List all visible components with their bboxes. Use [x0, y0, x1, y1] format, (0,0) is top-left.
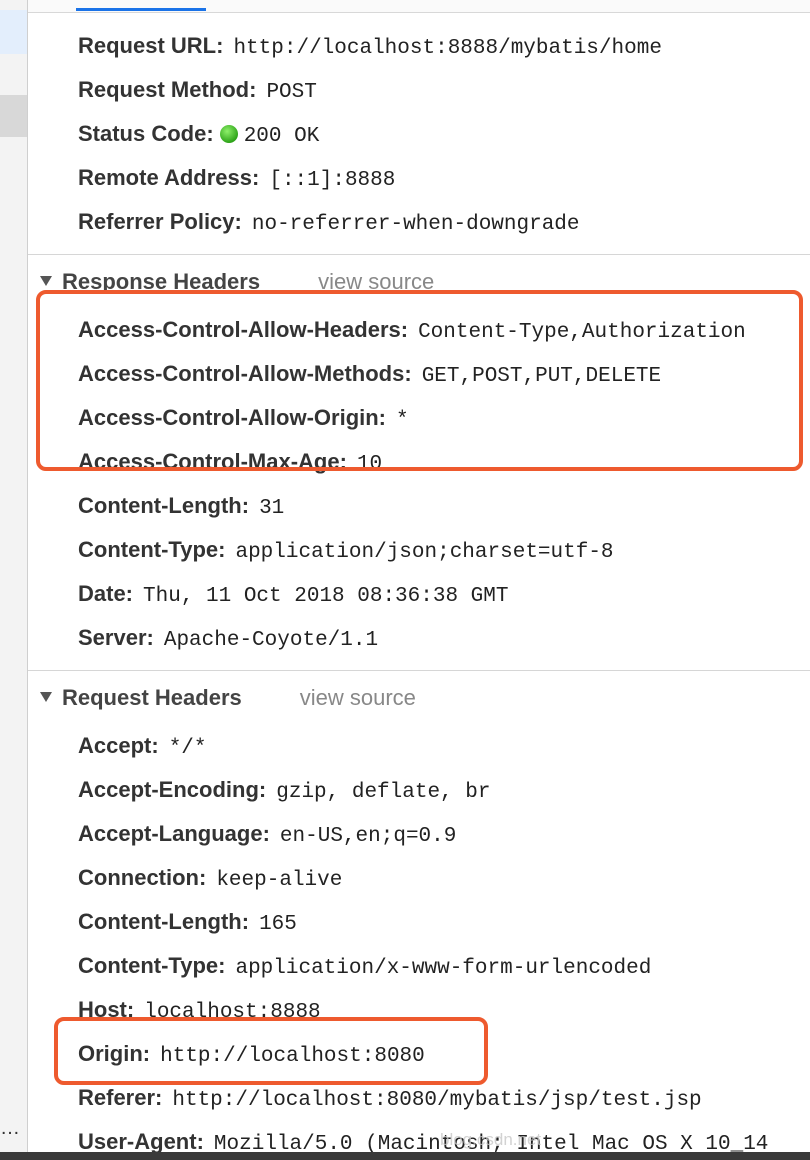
section-divider: [28, 670, 810, 671]
general-row-request-url: Request URL: http://localhost:8888/mybati…: [78, 32, 662, 63]
section-divider: [28, 254, 810, 255]
header-value: application/json;charset=utf-8: [235, 541, 614, 564]
request-headers-section-toggle[interactable]: Request Headers view source: [40, 684, 416, 712]
request-header-row: Accept: */*: [78, 732, 207, 763]
request-list-item-selected[interactable]: [0, 10, 27, 54]
tab-bar: [28, 0, 810, 13]
general-row-status-code: Status Code: 200 OK: [78, 120, 319, 151]
request-list-sidebar[interactable]: …: [0, 0, 28, 1160]
view-source-link[interactable]: view source: [300, 685, 416, 710]
collapse-triangle-icon[interactable]: [40, 276, 52, 286]
watermark: blog.csdn.net: [440, 1130, 542, 1149]
header-value: gzip, deflate, br: [276, 781, 491, 804]
header-value: Apache-Coyote/1.1: [163, 629, 379, 652]
header-value: Thu, 11 Oct 2018 08:36:38 GMT: [143, 585, 509, 608]
request-header-row: Connection: keep-alive: [78, 864, 342, 895]
header-key: Content-Type:: [78, 953, 226, 978]
request-header-row: Content-Length: 165: [78, 908, 297, 939]
header-key: Server:: [78, 625, 154, 650]
header-key: Referer:: [78, 1085, 163, 1110]
header-key: Accept-Encoding:: [78, 777, 267, 802]
response-header-row: Server: Apache-Coyote/1.1: [78, 624, 378, 655]
header-key: Referrer Policy:: [78, 209, 242, 234]
request-header-row: Referer: http://localhost:8080/mybatis/js…: [78, 1084, 702, 1115]
header-key: Accept-Language:: [78, 821, 270, 846]
status-ok-icon: [219, 125, 238, 143]
header-key: Content-Length:: [78, 909, 250, 934]
header-key: Request Method:: [78, 77, 257, 102]
response-header-row: Content-Length: 31: [78, 492, 284, 523]
header-value: [::1]:8888: [269, 169, 396, 192]
header-value: */*: [168, 737, 207, 760]
header-key: Content-Length:: [78, 493, 250, 518]
header-value: http://localhost:8888/mybatis/home: [233, 37, 662, 60]
general-row-remote-address: Remote Address: [::1]:8888: [78, 164, 395, 195]
collapse-triangle-icon[interactable]: [40, 692, 52, 702]
header-key: Status Code:: [78, 121, 214, 146]
cors-headers-highlight: [36, 290, 803, 471]
header-key: Content-Type:: [78, 537, 226, 562]
section-title[interactable]: Request Headers: [62, 685, 242, 710]
header-value: http://localhost:8080/mybatis/jsp/test.j…: [172, 1089, 702, 1112]
header-value: 31: [259, 497, 285, 520]
more-ellipsis[interactable]: …: [0, 1117, 20, 1140]
header-value: application/x-www-form-urlencoded: [235, 957, 652, 980]
response-header-row: Date: Thu, 11 Oct 2018 08:36:38 GMT: [78, 580, 508, 611]
header-value: 200 OK: [243, 125, 320, 148]
origin-header-highlight: [54, 1017, 488, 1085]
header-value: 165: [259, 913, 297, 936]
request-list-item[interactable]: [0, 95, 27, 137]
bottom-edge: [0, 1152, 810, 1160]
header-value: keep-alive: [216, 869, 343, 892]
tab-headers-active-indicator: [76, 8, 206, 11]
header-key: User-Agent:: [78, 1129, 204, 1154]
header-value: no-referrer-when-downgrade: [251, 213, 580, 236]
header-key: Request URL:: [78, 33, 224, 58]
general-row-request-method: Request Method: POST: [78, 76, 317, 107]
response-header-row: Content-Type: application/json;charset=ut…: [78, 536, 614, 567]
header-value: POST: [266, 81, 317, 104]
header-value: en-US,en;q=0.9: [279, 825, 457, 848]
header-key: Connection:: [78, 865, 207, 890]
request-header-row: Accept-Language: en-US,en;q=0.9: [78, 820, 456, 851]
header-key: Accept:: [78, 733, 159, 758]
header-key: Date:: [78, 581, 134, 606]
request-header-row: Content-Type: application/x-www-form-urle…: [78, 952, 651, 983]
header-key: Remote Address:: [78, 165, 260, 190]
general-row-referrer-policy: Referrer Policy: no-referrer-when-downgra…: [78, 208, 580, 239]
request-header-row: Accept-Encoding: gzip, deflate, br: [78, 776, 490, 807]
